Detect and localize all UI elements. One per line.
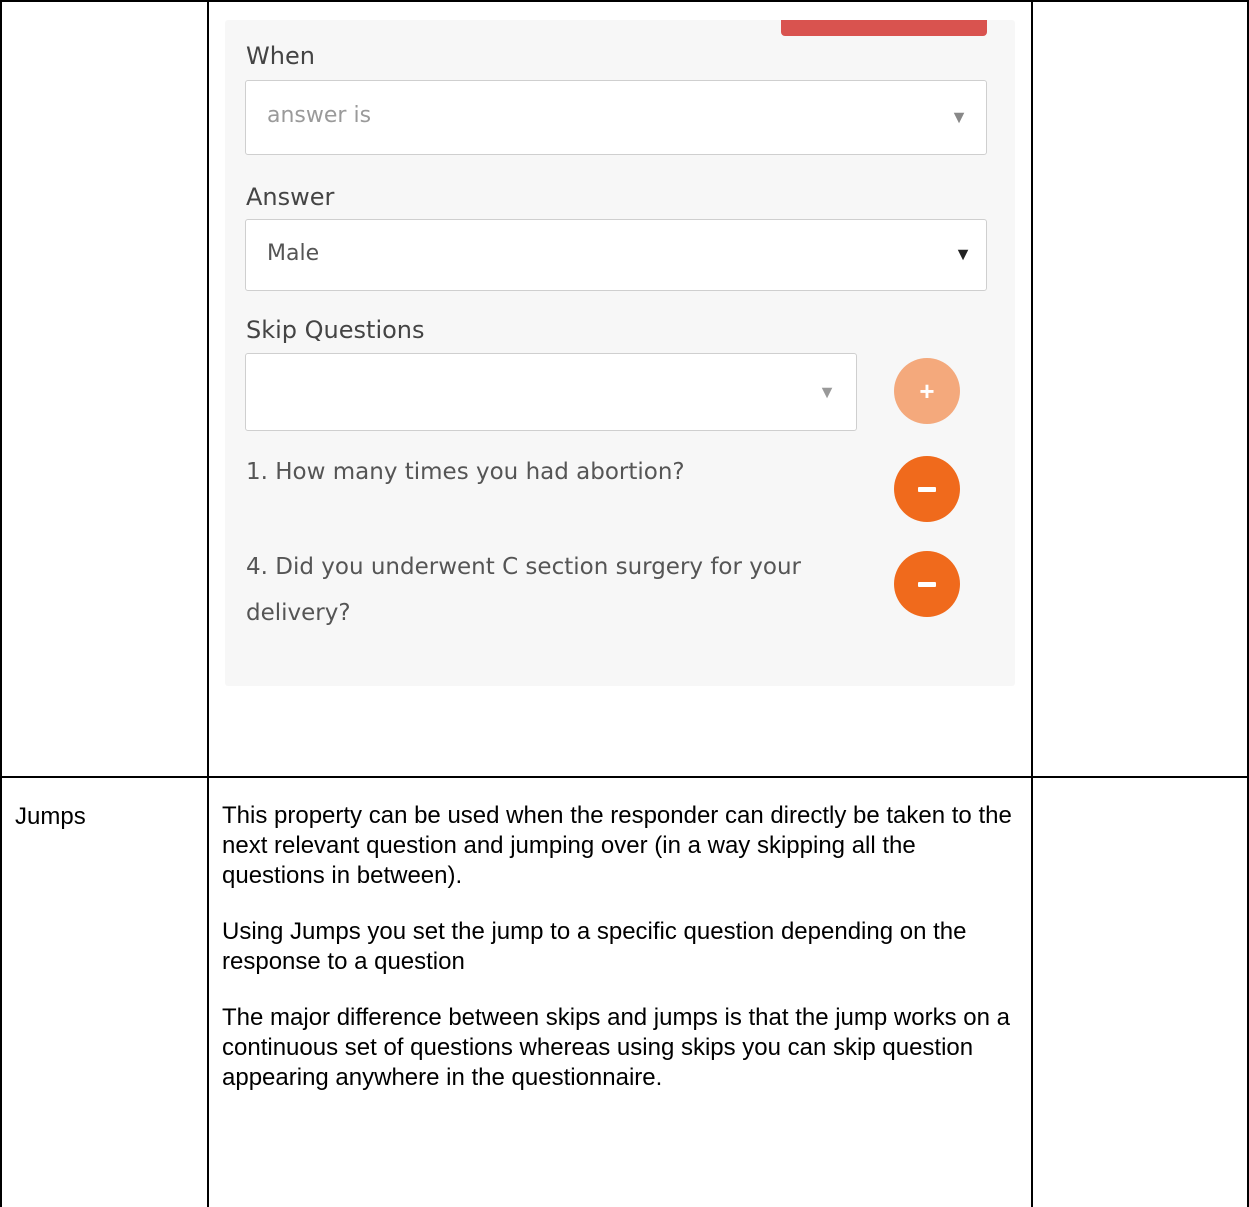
skip-questions-select[interactable]: ▼ [245, 353, 857, 431]
chevron-down-icon: ▼ [954, 244, 972, 264]
minus-icon [918, 581, 936, 587]
skipped-question-4-line2: delivery? [246, 600, 351, 626]
description-paragraph: Using Jumps you set the jump to a specif… [222, 918, 967, 975]
skipped-question-4: 4. Did you underwent C section surgery f… [246, 544, 801, 636]
jumps-description: This property can be used when the respo… [222, 801, 1012, 1119]
delete-button[interactable] [781, 20, 987, 36]
chevron-down-icon: ▼ [818, 382, 836, 402]
row-label-jumps: Jumps [15, 803, 86, 830]
skipped-question-4-line1: 4. Did you underwent C section surgery f… [246, 554, 801, 580]
answer-select[interactable]: Male ▼ [245, 219, 987, 291]
skipped-question-1: 1. How many times you had abortion? [246, 459, 685, 485]
table-border-left [0, 0, 2, 1207]
plus-icon: + [919, 375, 935, 406]
table-border-top [0, 0, 1249, 2]
add-skip-question-button[interactable]: + [894, 358, 960, 424]
when-label: When [246, 42, 315, 70]
remove-skipped-question-1-button[interactable] [894, 456, 960, 522]
answer-label: Answer [246, 183, 335, 211]
table-row-divider [0, 776, 1249, 778]
remove-skipped-question-4-button[interactable] [894, 551, 960, 617]
description-paragraph: This property can be used when the respo… [222, 802, 1012, 889]
skip-questions-label: Skip Questions [246, 316, 425, 344]
chevron-down-icon: ▼ [950, 107, 968, 127]
minus-icon [918, 486, 936, 492]
when-select[interactable]: answer is ▼ [245, 80, 987, 155]
table-border-col2 [1031, 0, 1033, 1207]
answer-select-value: Male [267, 241, 320, 266]
when-select-value: answer is [267, 103, 372, 128]
table-border-col1 [207, 0, 209, 1207]
description-paragraph: The major difference between skips and j… [222, 1004, 1010, 1091]
